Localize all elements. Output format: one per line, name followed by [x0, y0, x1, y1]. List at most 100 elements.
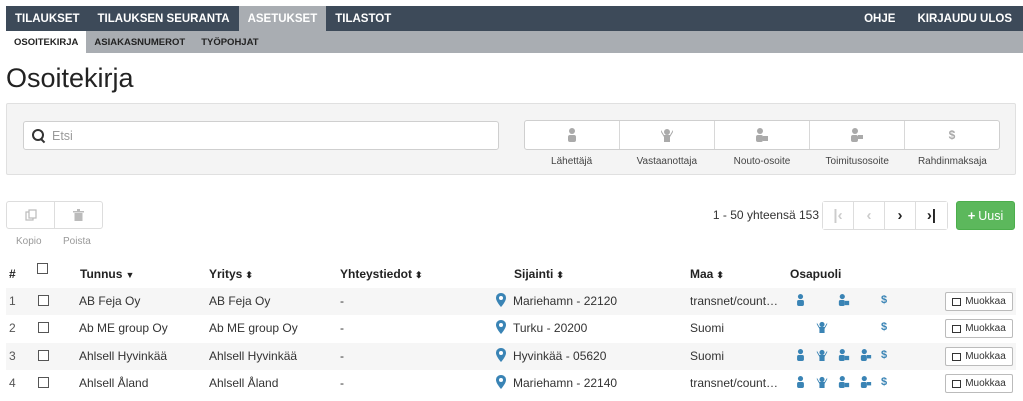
top-nav-right: OHJE KIRJAUDU ULOS — [853, 6, 1023, 31]
chevron-right-icon: › — [897, 207, 903, 224]
edit-icon — [952, 352, 962, 361]
edit-icon — [952, 297, 962, 306]
delivery-icon — [860, 349, 872, 364]
row-number: 2 — [9, 321, 16, 335]
col-header-yritys[interactable]: Yritys ⬍ — [209, 267, 253, 281]
filter-vastaanottaja-button[interactable] — [620, 121, 715, 149]
label-nouto-osoite: Nouto-osoite — [733, 156, 791, 167]
map-pin-icon[interactable] — [496, 375, 506, 389]
row-tunnus: Ahlsell Åland — [79, 376, 149, 390]
edit-icon — [952, 379, 962, 388]
sub-navigation: OSOITEKIRJA ASIAKASNUMEROT TYÖPOHJAT — [6, 31, 1023, 53]
col-header-sijainti-label: Sijainti — [514, 267, 554, 281]
receiver-icon — [816, 376, 828, 391]
row-maa: Suomi — [690, 349, 725, 363]
select-all-checkbox[interactable] — [37, 263, 48, 274]
row-number: 1 — [9, 294, 16, 308]
subnav-asiakasnumerot[interactable]: ASIAKASNUMEROT — [86, 31, 193, 53]
row-yritys: AB Feja Oy — [209, 294, 271, 308]
sort-desc-icon: ▼ — [125, 270, 135, 280]
table-row: 2 Ab ME group Oy Ab ME group Oy - Turku - 20… — [6, 315, 1016, 342]
row-tunnus: AB Feja Oy — [79, 294, 141, 308]
first-page-icon: |‹ — [833, 207, 843, 224]
party-filter-group: $ — [524, 120, 1000, 150]
copy-button[interactable] — [6, 201, 55, 229]
subnav-osoitekirja[interactable]: OSOITEKIRJA — [6, 31, 87, 53]
nav-kirjaudu-ulos[interactable]: KIRJAUDU ULOS — [906, 6, 1023, 31]
new-button[interactable]: + Uusi — [956, 201, 1015, 230]
dollar-icon: $ — [881, 349, 888, 361]
trash-icon — [73, 209, 84, 221]
row-yhteystiedot: - — [340, 349, 344, 363]
row-yhteystiedot: - — [340, 321, 344, 335]
filter-toimitusosoite-button[interactable] — [810, 121, 905, 149]
next-page-button[interactable]: › — [885, 202, 916, 229]
col-header-tunnus-label: Tunnus — [80, 267, 123, 281]
receiver-icon — [661, 129, 673, 142]
new-button-label: Uusi — [978, 208, 1004, 223]
filter-lahettaja-button[interactable] — [525, 121, 620, 149]
filter-rahdinmaksaja-button[interactable]: $ — [905, 121, 999, 149]
edit-button-label: Muokkaa — [965, 378, 1006, 389]
subnav-tyopohjat[interactable]: TYÖPOHJAT — [193, 31, 266, 53]
col-header-sijainti[interactable]: Sijainti ⬍ — [514, 267, 564, 281]
edit-button-label: Muokkaa — [965, 323, 1006, 334]
edit-button[interactable]: Muokkaa — [945, 374, 1013, 393]
paging-info: 1 - 50 yhteensä 153 — [712, 208, 819, 222]
delivery-icon — [860, 376, 872, 391]
col-header-osapuoli: Osapuoli — [790, 267, 842, 281]
map-pin-icon[interactable] — [496, 293, 506, 307]
copy-label: Kopio — [16, 236, 42, 247]
nav-tilastot[interactable]: TILASTOT — [326, 6, 400, 31]
row-sijainti: Mariehamn - 22120 — [513, 294, 618, 308]
row-number: 4 — [9, 376, 16, 390]
prev-page-button[interactable]: ‹ — [854, 202, 885, 229]
person-icon — [796, 349, 805, 364]
map-pin-icon[interactable] — [496, 320, 506, 334]
row-maa: Suomi — [690, 321, 725, 335]
top-navigation: TILAUKSET TILAUKSEN SEURANTA ASETUKSET T… — [6, 6, 1023, 31]
row-sijainti: Turku - 20200 — [513, 321, 588, 335]
edit-button[interactable]: Muokkaa — [945, 347, 1013, 366]
receiver-icon — [816, 349, 828, 364]
map-pin-icon[interactable] — [496, 348, 506, 362]
col-header-maa[interactable]: Maa ⬍ — [690, 267, 724, 281]
copy-icon — [24, 209, 37, 221]
dollar-icon: $ — [881, 321, 888, 333]
nav-tilaukset[interactable]: TILAUKSET — [6, 6, 89, 31]
search-input[interactable] — [52, 128, 472, 143]
row-yhteystiedot: - — [340, 294, 344, 308]
pickup-icon — [838, 349, 850, 364]
pickup-icon — [838, 376, 850, 391]
row-checkbox[interactable] — [38, 377, 49, 388]
col-header-tunnus[interactable]: Tunnus ▼ — [80, 267, 134, 281]
row-number: 3 — [9, 349, 16, 363]
sort-icon: ⬍ — [556, 270, 564, 280]
person-icon — [568, 128, 576, 142]
first-page-button[interactable]: |‹ — [823, 202, 854, 229]
nav-ohje[interactable]: OHJE — [853, 6, 906, 31]
nav-asetukset[interactable]: ASETUKSET — [238, 6, 327, 31]
page-title: Osoitekirja — [6, 63, 134, 93]
row-checkbox[interactable] — [38, 295, 49, 306]
pagination: |‹ ‹ › ›| — [822, 201, 948, 230]
pickup-icon — [756, 128, 768, 142]
edit-button[interactable]: Muokkaa — [945, 319, 1013, 338]
edit-button[interactable]: Muokkaa — [945, 292, 1013, 311]
top-nav-left: TILAUKSET TILAUKSEN SEURANTA ASETUKSET T… — [6, 6, 400, 31]
row-checkbox[interactable] — [38, 350, 49, 361]
dollar-icon: $ — [881, 376, 888, 388]
filter-nouto-osoite-button[interactable] — [715, 121, 810, 149]
table-row: 1 AB Feja Oy AB Feja Oy - Mariehamn - 22120 t… — [6, 288, 1016, 315]
col-header-yhteystiedot[interactable]: Yhteystiedot ⬍ — [340, 267, 423, 281]
search-icon — [32, 128, 46, 143]
delete-button[interactable] — [54, 201, 103, 229]
nav-tilauksen-seuranta[interactable]: TILAUKSEN SEURANTA — [89, 6, 239, 31]
row-checkbox[interactable] — [38, 322, 49, 333]
label-rahdinmaksaja: Rahdinmaksaja — [917, 156, 987, 167]
label-lahettaja: Lähettäjä — [551, 156, 593, 167]
row-sijainti: Mariehamn - 22140 — [513, 376, 618, 390]
sort-icon: ⬍ — [415, 270, 423, 280]
last-page-button[interactable]: ›| — [916, 202, 947, 229]
edit-icon — [952, 324, 962, 333]
